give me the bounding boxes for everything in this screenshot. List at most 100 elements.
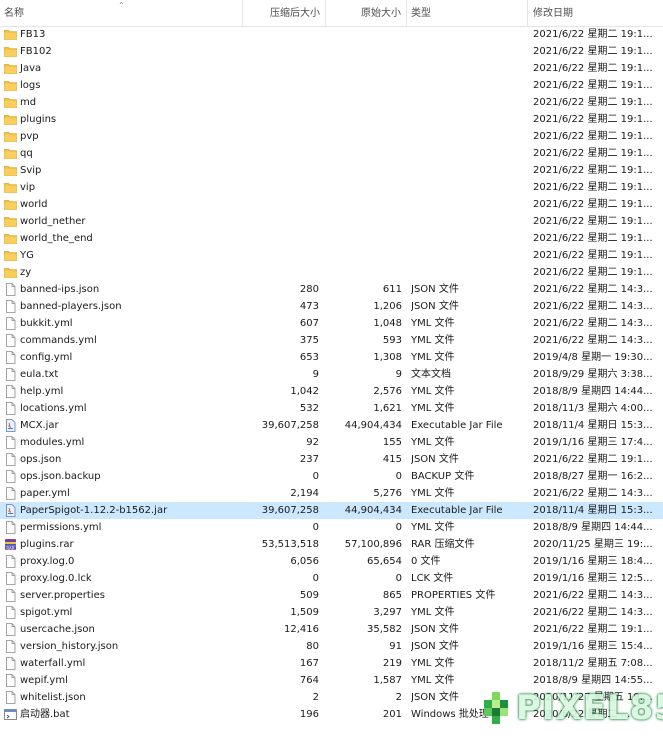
file-row[interactable]: config.yml 653 1,308 YML 文件 2019/4/8 星期一 19:… xyxy=(0,349,663,366)
column-header-original-size[interactable]: 原始大小 xyxy=(361,0,401,26)
file-row[interactable]: FB102 2021/6/22 星期二 19:1... xyxy=(0,43,663,60)
file-name: world_nether xyxy=(20,216,86,227)
file-original-size xyxy=(326,145,402,162)
file-row[interactable]: RAR plugins.rar 53,513,518 57,100,896 RAR 压缩… xyxy=(0,536,663,553)
file-name-cell: vip xyxy=(4,179,240,196)
file-type: 0 文件 xyxy=(411,556,441,567)
file-modified-date: 2021/6/22 星期二 19:1... xyxy=(533,29,653,40)
file-row[interactable]: plugins 2021/6/22 星期二 19:1... xyxy=(0,111,663,128)
file-row[interactable]: Svip 2021/6/22 星期二 19:1... xyxy=(0,162,663,179)
file-row[interactable]: YG 2021/6/22 星期二 19:1... xyxy=(0,247,663,264)
file-modified-date: 2021/6/22 星期二 19:1... xyxy=(533,233,653,244)
column-header-type[interactable]: 类型 xyxy=(411,0,431,26)
file-original-size: 91 xyxy=(389,641,402,652)
file-row[interactable]: Java 2021/6/22 星期二 19:1... xyxy=(0,60,663,77)
file-type xyxy=(411,230,523,247)
file-row[interactable]: permissions.yml 0 0 YML 文件 2018/8/9 星期四 14:4… xyxy=(0,519,663,536)
file-type xyxy=(411,26,523,43)
file-type: YML 文件 xyxy=(411,352,455,363)
column-divider[interactable] xyxy=(325,0,326,26)
file-name: banned-ips.json xyxy=(20,284,100,295)
file-row[interactable]: ops.json.backup 0 0 BACKUP 文件 2018/8/27 星期一 … xyxy=(0,468,663,485)
file-original-size xyxy=(326,162,402,179)
file-compressed-size: 9 xyxy=(312,369,319,380)
file-original-size: 65,654 xyxy=(367,556,402,567)
file-row[interactable]: commands.yml 375 593 YML 文件 2021/6/22 星期二 14… xyxy=(0,332,663,349)
column-divider[interactable] xyxy=(406,0,407,26)
file-icon xyxy=(4,300,17,313)
file-name: zy xyxy=(20,267,32,278)
file-row[interactable]: qq 2021/6/22 星期二 19:1... xyxy=(0,145,663,162)
file-type: JSON 文件 xyxy=(411,641,459,652)
file-row[interactable]: bukkit.yml 607 1,048 YML 文件 2021/6/22 星期二 14… xyxy=(0,315,663,332)
file-type: JSON 文件 xyxy=(411,454,459,465)
file-row[interactable]: waterfall.yml 167 219 YML 文件 2018/11/2 星期五 7… xyxy=(0,655,663,672)
file-row[interactable]: usercache.json 12,416 35,582 JSON 文件 2021/6/… xyxy=(0,621,663,638)
file-compressed-size: 1,042 xyxy=(290,386,319,397)
column-header-name[interactable]: 名称 xyxy=(4,0,24,26)
column-header-compressed-size[interactable]: 压缩后大小 xyxy=(270,0,320,26)
file-row[interactable]: zy 2021/6/22 星期二 19:1... xyxy=(0,264,663,281)
column-header-modified[interactable]: 修改日期 xyxy=(533,0,573,26)
file-row[interactable]: eula.txt 9 9 文本文档 2018/9/29 星期六 3:38... xyxy=(0,366,663,383)
file-compressed-size: 532 xyxy=(299,403,319,414)
svg-text:RAR: RAR xyxy=(6,546,14,551)
folder-icon xyxy=(4,216,17,227)
file-name-cell: world_nether xyxy=(4,213,240,230)
file-row[interactable]: modules.yml 92 155 YML 文件 2019/1/16 星期三 17:4… xyxy=(0,434,663,451)
file-row[interactable]: MCX.jar 39,607,258 44,904,434 Executable Ja… xyxy=(0,417,663,434)
file-compressed-size: 509 xyxy=(299,590,319,601)
column-divider[interactable] xyxy=(242,0,243,26)
file-row[interactable]: version_history.json 80 91 JSON 文件 2019/1/16… xyxy=(0,638,663,655)
file-icon xyxy=(4,691,17,704)
file-icon xyxy=(4,572,17,585)
file-row[interactable]: proxy.log.0.lck 0 0 LCK 文件 2019/1/16 星期三 12:… xyxy=(0,570,663,587)
file-name-cell: banned-players.json xyxy=(4,298,240,315)
file-modified-date: 2019/1/16 星期三 15:4... xyxy=(533,641,653,652)
file-row[interactable]: md 2021/6/22 星期二 19:1... xyxy=(0,94,663,111)
file-name: config.yml xyxy=(20,352,73,363)
file-row[interactable]: proxy.log.0 6,056 65,654 0 文件 2019/1/16 星期三 … xyxy=(0,553,663,570)
watermark-text: PIXEL85 xyxy=(516,688,663,728)
file-original-size: 0 xyxy=(395,471,402,482)
file-name-cell: wepif.yml xyxy=(4,672,240,689)
file-row[interactable]: pvp 2021/6/22 星期二 19:1... xyxy=(0,128,663,145)
file-original-size: 593 xyxy=(382,335,402,346)
file-row[interactable]: server.properties 509 865 PROPERTIES 文件 2021… xyxy=(0,587,663,604)
folder-icon xyxy=(4,46,17,57)
file-row[interactable]: banned-ips.json 280 611 JSON 文件 2021/6/22 星期… xyxy=(0,281,663,298)
file-compressed-size: 39,607,258 xyxy=(261,420,319,431)
file-type: YML 文件 xyxy=(411,658,455,669)
file-name-cell: eula.txt xyxy=(4,366,240,383)
file-name: Svip xyxy=(20,165,42,176)
file-row[interactable]: locations.yml 532 1,621 YML 文件 2018/11/3 星期六… xyxy=(0,400,663,417)
file-row[interactable]: vip 2021/6/22 星期二 19:1... xyxy=(0,179,663,196)
file-row[interactable]: FB13 2021/6/22 星期二 19:1... xyxy=(0,26,663,43)
file-name-cell: Java xyxy=(4,60,240,77)
file-row[interactable]: world 2021/6/22 星期二 19:1... xyxy=(0,196,663,213)
file-row[interactable]: world_nether 2021/6/22 星期二 19:1... xyxy=(0,213,663,230)
file-name-cell: FB102 xyxy=(4,43,240,60)
file-row[interactable]: logs 2021/6/22 星期二 19:1... xyxy=(0,77,663,94)
file-original-size: 1,206 xyxy=(373,301,402,312)
file-original-size xyxy=(326,43,402,60)
file-row[interactable]: ops.json 237 415 JSON 文件 2021/6/22 星期二 19:1.… xyxy=(0,451,663,468)
file-name: bukkit.yml xyxy=(20,318,73,329)
file-compressed-size: 764 xyxy=(299,675,319,686)
file-row[interactable]: help.yml 1,042 2,576 YML 文件 2018/8/9 星期四 14:… xyxy=(0,383,663,400)
file-type xyxy=(411,77,523,94)
bat-icon xyxy=(4,708,17,720)
file-original-size xyxy=(326,77,402,94)
file-row[interactable]: world_the_end 2021/6/22 星期二 19:1... xyxy=(0,230,663,247)
file-row[interactable]: banned-players.json 473 1,206 JSON 文件 2021/6… xyxy=(0,298,663,315)
file-row[interactable]: spigot.yml 1,509 3,297 YML 文件 2021/6/22 星期二 … xyxy=(0,604,663,621)
file-row[interactable]: PaperSpigot-1.12.2-b1562.jar 39,607,258 44… xyxy=(0,502,663,519)
folder-icon xyxy=(4,199,17,210)
file-type xyxy=(411,111,523,128)
file-icon xyxy=(4,555,17,568)
column-divider[interactable] xyxy=(527,0,528,26)
file-modified-date: 2021/6/22 星期二 19:1... xyxy=(533,63,653,74)
file-row[interactable]: paper.yml 2,194 5,276 YML 文件 2021/6/22 星期二 1… xyxy=(0,485,663,502)
file-name-cell: qq xyxy=(4,145,240,162)
file-name: banned-players.json xyxy=(20,301,122,312)
